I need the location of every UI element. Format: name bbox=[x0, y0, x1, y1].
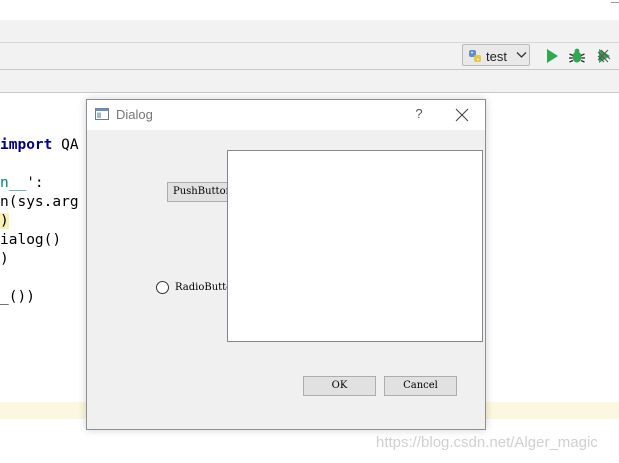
window-icon bbox=[95, 108, 109, 120]
code-line: n__': bbox=[0, 174, 44, 192]
minimize-dash[interactable] bbox=[611, 2, 619, 3]
run-configuration-name: test bbox=[486, 49, 507, 64]
ide-navigation-bar bbox=[0, 70, 619, 93]
code-token: ) bbox=[0, 251, 9, 267]
code-token: ialog() bbox=[0, 232, 62, 248]
run-configuration-select[interactable]: test bbox=[462, 44, 530, 66]
code-token: import bbox=[0, 137, 53, 153]
ok-button[interactable]: OK bbox=[303, 376, 376, 396]
text-edit-area[interactable] bbox=[227, 150, 483, 342]
code-token: _()) bbox=[0, 289, 35, 305]
ide-menu-bar bbox=[0, 20, 619, 43]
code-line: ) bbox=[0, 212, 9, 230]
code-line: _()) bbox=[0, 288, 35, 306]
push-button[interactable]: PushButton bbox=[167, 182, 229, 202]
watermark: https://blog.csdn.net/Alger_magic bbox=[376, 434, 598, 451]
code-token: n(sys.arg bbox=[0, 194, 79, 210]
code-line: import QA bbox=[0, 136, 79, 154]
code-line: ) bbox=[0, 250, 9, 268]
code-line: ialog() bbox=[0, 231, 61, 249]
code-token: QA bbox=[52, 137, 79, 153]
run-icon[interactable] bbox=[543, 47, 561, 65]
help-button[interactable]: ? bbox=[409, 106, 429, 124]
radio-button-label[interactable]: RadioButton bbox=[175, 282, 228, 293]
code-token: n__ bbox=[0, 175, 27, 191]
dialog-window: Dialog ? PushButton RadioButton OK Cance… bbox=[86, 99, 486, 430]
code-token: ) bbox=[0, 213, 9, 229]
python-icon bbox=[469, 50, 481, 62]
close-icon[interactable] bbox=[453, 106, 471, 124]
code-token: ': bbox=[26, 175, 44, 191]
dialog-title: Dialog bbox=[116, 107, 153, 122]
debug-bug-icon[interactable] bbox=[568, 47, 586, 65]
dialog-title-bar[interactable]: Dialog ? bbox=[87, 100, 485, 130]
code-line: n(sys.arg bbox=[0, 193, 79, 211]
chevron-down-icon bbox=[516, 52, 527, 58]
radio-button-indicator[interactable] bbox=[156, 281, 169, 294]
cancel-button[interactable]: Cancel bbox=[384, 376, 457, 396]
run-with-coverage-icon[interactable] bbox=[595, 47, 613, 65]
ide-title-strip bbox=[0, 0, 619, 20]
